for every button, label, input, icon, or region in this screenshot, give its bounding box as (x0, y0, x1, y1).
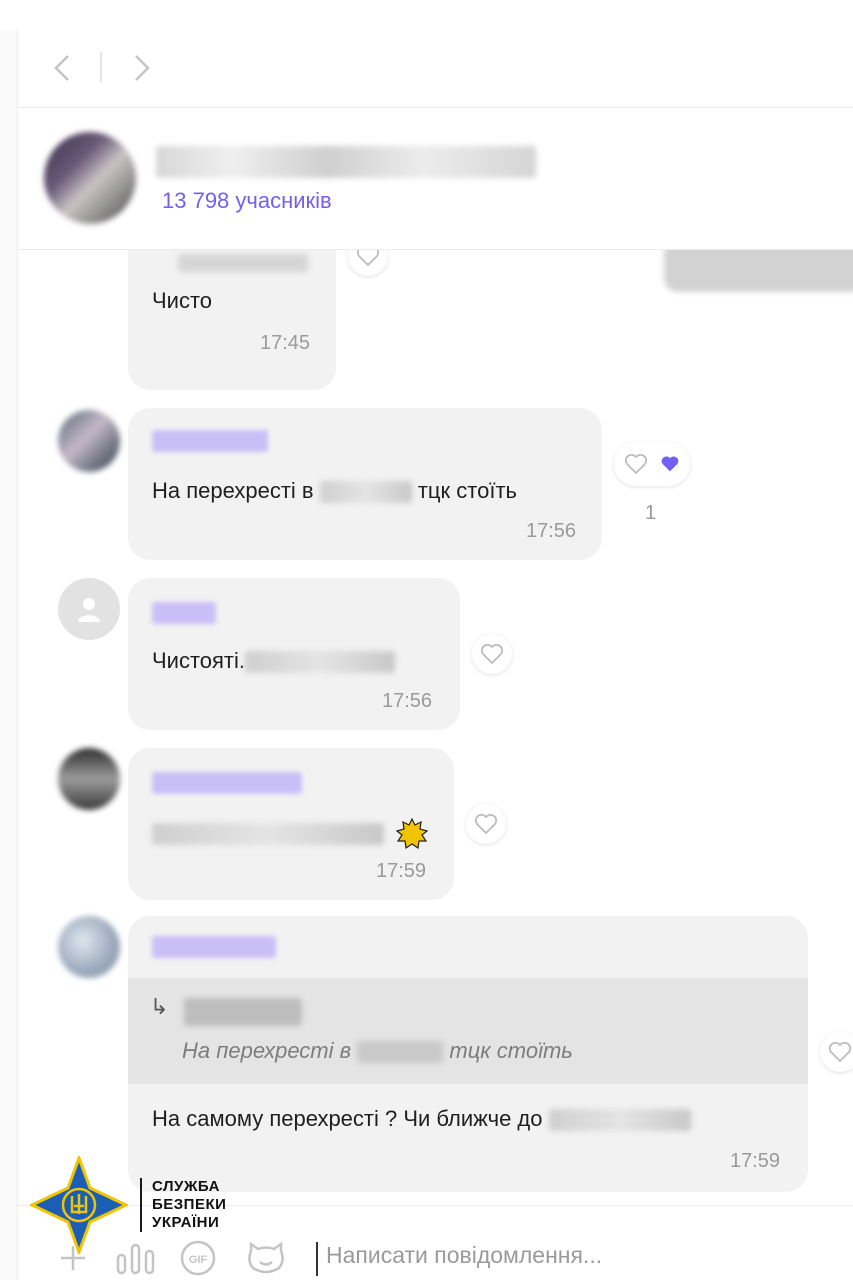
message-time: 17:59 (730, 1150, 781, 1172)
sbu-emblem-icon (30, 1156, 128, 1254)
sbu-text: СЛУЖБА БЕЗПЕКИ УКРАЇНИ (140, 1178, 226, 1232)
message-bubble[interactable]: 17:59 (128, 748, 454, 900)
message-bubble[interactable]: На перехресті в тцк стоїть 17:56 (128, 408, 602, 560)
sticker-icon[interactable] (244, 1240, 288, 1276)
redacted-content (178, 254, 308, 272)
message-time: 17:45 (260, 332, 311, 354)
reaction-count: 1 (645, 502, 657, 524)
message-bubble[interactable]: Чисто 17:45 (128, 250, 336, 390)
redacted-text (152, 823, 384, 845)
message-text: На самому перехресті ? Чи ближче до (152, 1106, 691, 1132)
redacted-place (548, 1109, 691, 1132)
outgoing-message-redacted (664, 250, 853, 292)
sbu-watermark: СЛУЖБА БЕЗПЕКИ УКРАЇНИ (30, 1156, 226, 1254)
message-text: На перехресті в тцк стоїть (152, 478, 517, 504)
group-name-redacted (156, 146, 536, 178)
message-list[interactable]: Чисто 17:45 На перехресті в тцк стоїть 1… (18, 250, 853, 1205)
message-bubble[interactable]: Чистоятi. 17:56 (128, 578, 460, 730)
member-count: 13 798 учасників (162, 188, 332, 213)
quoted-text: На перехресті в тцк стоїть (182, 1038, 573, 1064)
sun-emoji-icon (395, 817, 429, 850)
left-sidebar-edge (0, 30, 18, 1280)
sender-name-redacted (152, 602, 216, 624)
heart-icon[interactable] (348, 250, 388, 276)
heart-icon[interactable] (466, 804, 506, 844)
quoted-sender-redacted (184, 998, 302, 1026)
default-avatar[interactable] (58, 578, 120, 640)
redacted-place (319, 481, 412, 504)
heart-icon (624, 453, 648, 475)
group-avatar[interactable] (44, 132, 136, 224)
top-navigation-bar (18, 30, 853, 108)
redacted-text (245, 651, 396, 674)
forward-arrow-icon[interactable] (124, 50, 160, 86)
message-time: 17:56 (526, 520, 577, 542)
user-icon (78, 598, 100, 622)
heart-icon[interactable] (820, 1032, 853, 1072)
sender-avatar[interactable] (58, 916, 120, 978)
message-input[interactable]: Написати повідомлення... (316, 1242, 853, 1276)
reply-arrow-icon: ↳ (150, 994, 169, 1019)
sender-name-redacted (152, 772, 302, 794)
message-text: Чистоятi. (152, 648, 396, 674)
message-text (152, 817, 429, 850)
sender-name-redacted (152, 936, 276, 958)
nav-divider (100, 52, 102, 82)
quoted-message[interactable]: ↳ На перехресті в тцк стоїть (128, 978, 808, 1084)
message-time: 17:56 (382, 690, 433, 712)
sender-avatar[interactable] (58, 410, 120, 472)
sender-name-redacted (152, 430, 268, 452)
message-text: Чисто (152, 288, 213, 313)
chat-header[interactable]: 13 798 учасників (18, 108, 853, 250)
back-arrow-icon[interactable] (44, 50, 80, 86)
message-time: 17:59 (376, 860, 427, 882)
heart-filled-icon (661, 456, 679, 472)
reaction-pill[interactable] (614, 442, 690, 486)
svg-text:GIF: GIF (189, 1254, 208, 1266)
sender-avatar[interactable] (58, 748, 120, 810)
heart-icon[interactable] (472, 634, 512, 674)
redacted-place (357, 1041, 444, 1064)
